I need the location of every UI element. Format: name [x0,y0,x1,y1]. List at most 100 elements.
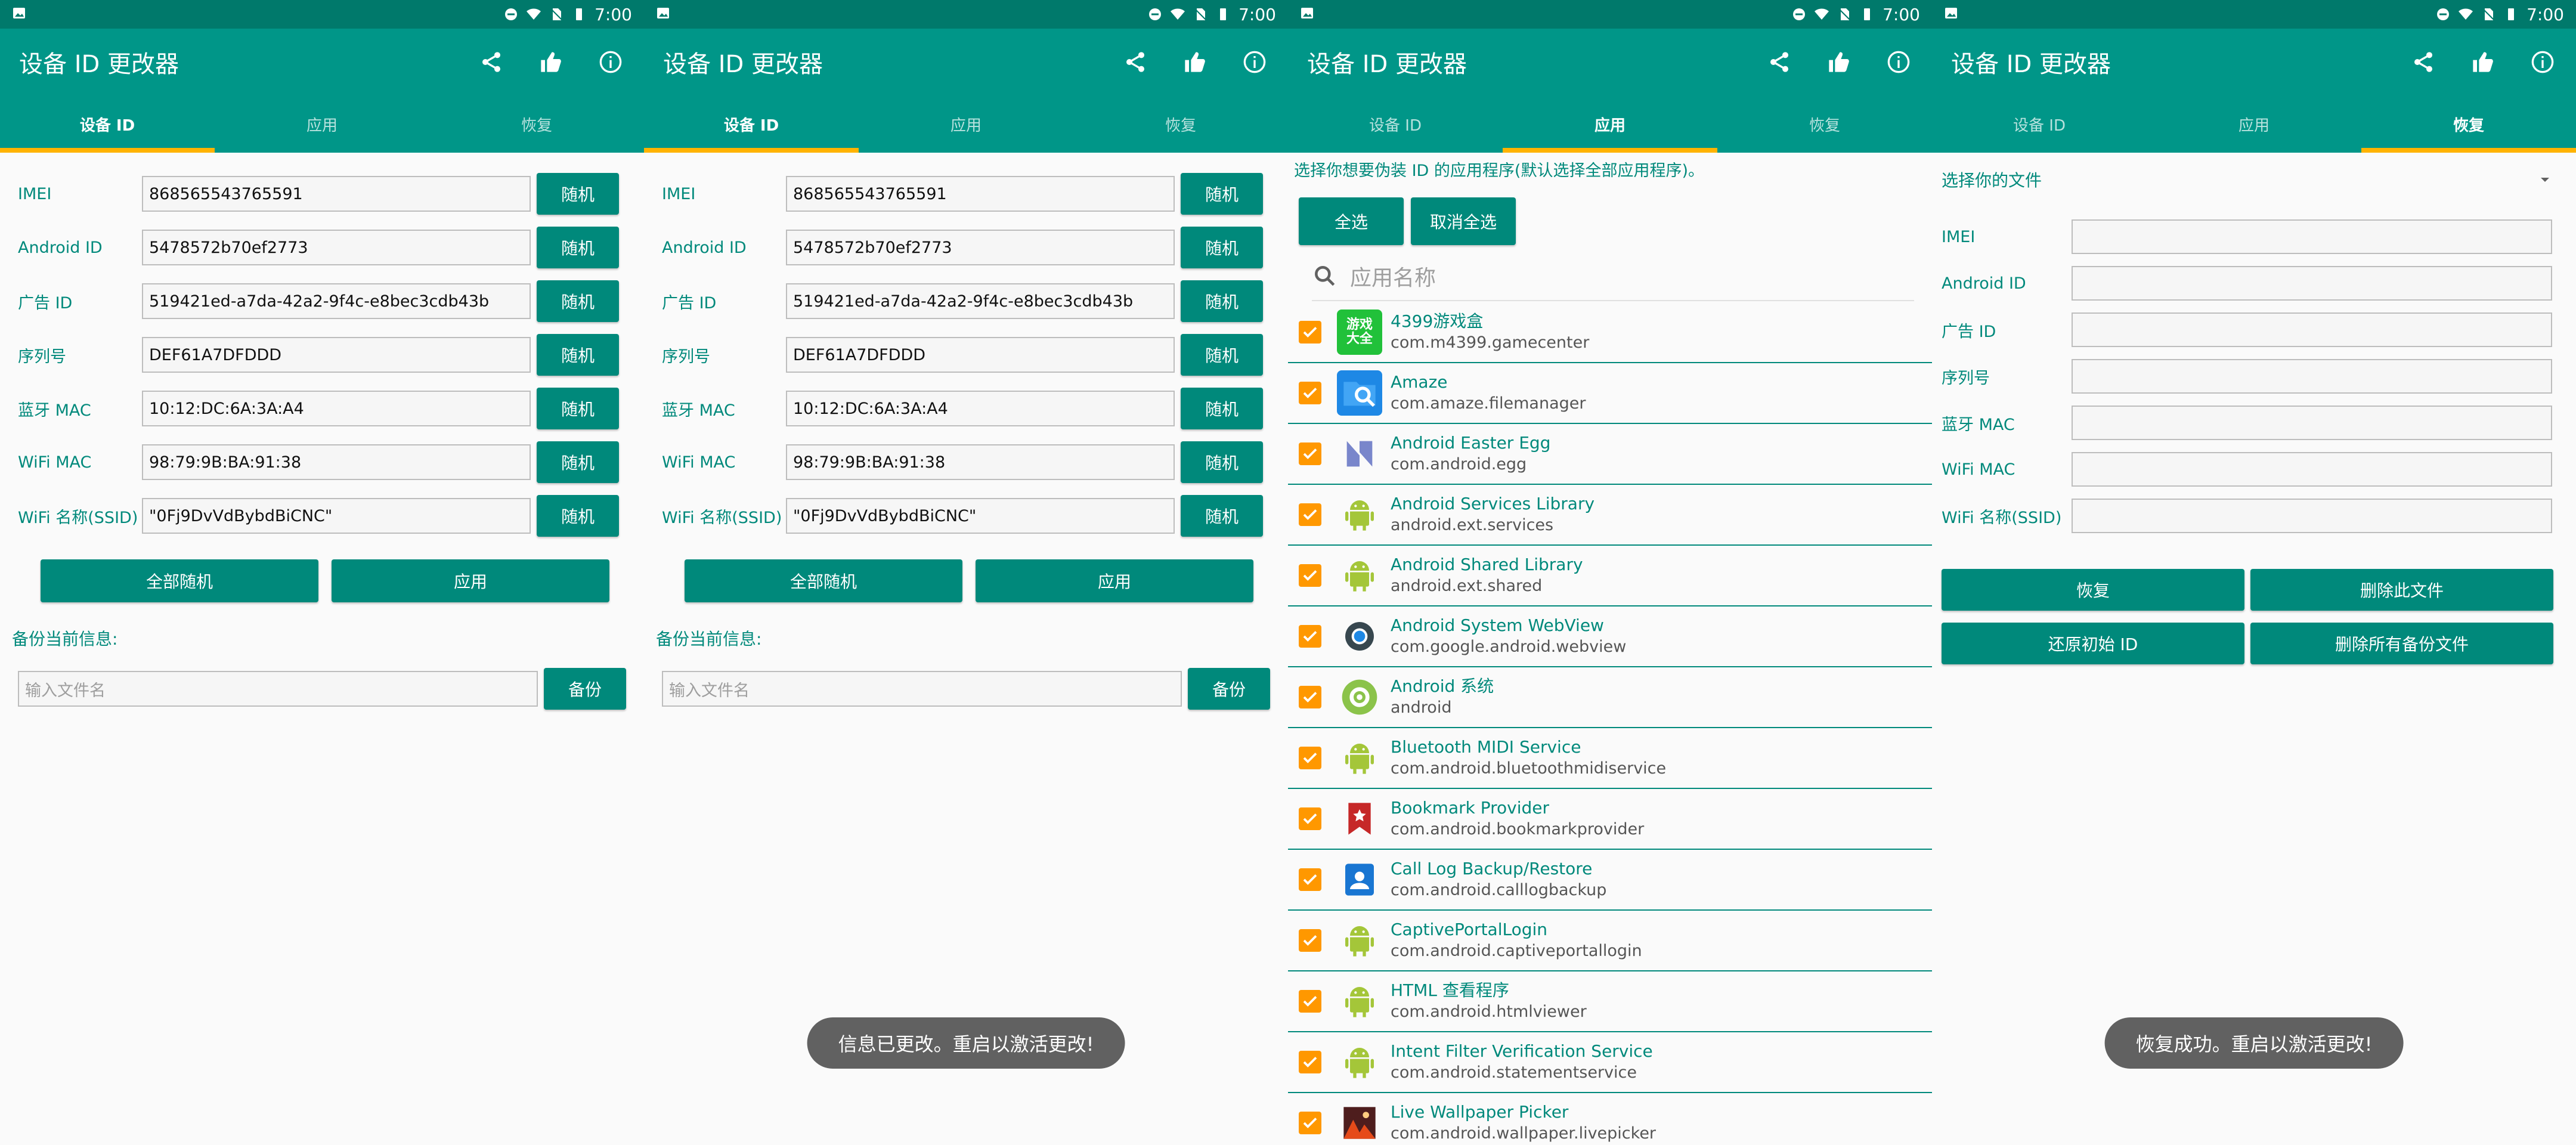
random-button[interactable]: 随机 [1181,441,1263,483]
info-button[interactable] [1884,48,1913,76]
checkbox[interactable] [1299,442,1321,465]
list-item[interactable]: Android Easter Egg com.android.egg [1288,424,1932,485]
id-value-field[interactable]: "0Fj9DvVdBybdBiCNC" [786,498,1175,534]
list-item[interactable]: Android System WebView com.google.android… [1288,606,1932,667]
random-button[interactable]: 随机 [1181,334,1263,376]
list-item[interactable]: Intent Filter Verification Service com.an… [1288,1032,1932,1093]
app-search[interactable]: 应用名称 [1312,252,1914,301]
id-value-field[interactable]: 519421ed-a7da-42a2-9f4c-e8bec3cdb43b [142,283,531,319]
share-button[interactable] [2409,48,2438,76]
random-button[interactable]: 随机 [537,227,619,268]
tab-apps[interactable]: 应用 [859,95,1073,153]
id-value-field[interactable]: 5478572b70ef2773 [786,230,1175,265]
id-value-field[interactable]: 519421ed-a7da-42a2-9f4c-e8bec3cdb43b [786,283,1175,319]
randomize-all-button[interactable]: 全部随机 [41,559,318,602]
info-button[interactable] [2528,48,2557,76]
random-button[interactable]: 随机 [537,280,619,322]
checkbox[interactable] [1299,625,1321,648]
tab-apps[interactable]: 应用 [1503,95,1717,153]
list-item[interactable]: Android Shared Library android.ext.shared [1288,546,1932,606]
share-button[interactable] [1121,48,1150,76]
random-button[interactable]: 随机 [537,388,619,429]
checkbox[interactable] [1299,321,1321,344]
tab-restore[interactable]: 恢复 [1717,95,1932,153]
checkbox[interactable] [1299,929,1321,952]
list-item[interactable]: Call Log Backup/Restore com.android.calll… [1288,850,1932,911]
random-button[interactable]: 随机 [1181,173,1263,215]
list-item[interactable]: Bookmark Provider com.android.bookmarkpro… [1288,789,1932,850]
restore-value-field[interactable] [2072,452,2552,487]
share-button[interactable] [1765,48,1794,76]
like-button[interactable] [1181,48,1209,76]
restore-value-field[interactable] [2072,359,2552,394]
delete-file-button[interactable]: 删除此文件 [2250,569,2553,611]
checkbox[interactable] [1299,1112,1321,1134]
random-button[interactable]: 随机 [537,173,619,215]
deselect-all-button[interactable]: 取消全选 [1411,197,1516,245]
checkbox[interactable] [1299,990,1321,1013]
like-button[interactable] [1825,48,1853,76]
id-value-field[interactable]: 5478572b70ef2773 [142,230,531,265]
id-value-field[interactable]: DEF61A7DFDDD [786,337,1175,373]
checkbox[interactable] [1299,686,1321,708]
info-button[interactable] [1240,48,1269,76]
tab-device-id[interactable]: 设备 ID [1288,95,1503,153]
delete-all-backups-button[interactable]: 删除所有备份文件 [2250,623,2553,664]
select-all-button[interactable]: 全选 [1299,197,1404,245]
list-item[interactable]: Android Services Library android.ext.serv… [1288,485,1932,546]
backup-button[interactable]: 备份 [544,668,626,710]
tab-restore[interactable]: 恢复 [2361,95,2576,153]
checkbox[interactable] [1299,807,1321,830]
id-value-field[interactable]: 98:79:9B:BA:91:38 [786,444,1175,480]
tab-device-id[interactable]: 设备 ID [1932,95,2147,153]
random-button[interactable]: 随机 [1181,495,1263,537]
tab-restore[interactable]: 恢复 [1073,95,1288,153]
tab-apps[interactable]: 应用 [215,95,429,153]
reset-original-id-button[interactable]: 还原初始 ID [1942,623,2244,664]
checkbox[interactable] [1299,1051,1321,1073]
random-button[interactable]: 随机 [537,334,619,376]
backup-filename-input[interactable]: 输入文件名 [662,671,1182,707]
list-item[interactable]: HTML 查看程序 com.android.htmlviewer [1288,971,1932,1032]
share-button[interactable] [477,48,506,76]
checkbox[interactable] [1299,564,1321,587]
checkbox[interactable] [1299,747,1321,769]
id-value-field[interactable]: 10:12:DC:6A:3A:A4 [786,391,1175,426]
restore-value-field[interactable] [2072,406,2552,440]
like-button[interactable] [537,48,565,76]
tab-apps[interactable]: 应用 [2147,95,2361,153]
tab-device-id[interactable]: 设备 ID [644,95,859,153]
list-item[interactable]: Live Wallpaper Picker com.android.wallpap… [1288,1093,1932,1145]
backup-button[interactable]: 备份 [1188,668,1270,710]
like-button[interactable] [2469,48,2497,76]
restore-button[interactable]: 恢复 [1942,569,2244,611]
random-button[interactable]: 随机 [537,495,619,537]
checkbox[interactable] [1299,868,1321,891]
randomize-all-button[interactable]: 全部随机 [685,559,962,602]
id-value-field[interactable]: 868565543765591 [142,176,531,212]
list-item[interactable]: Amaze com.amaze.filemanager [1288,363,1932,424]
restore-value-field[interactable] [2072,266,2552,301]
checkbox[interactable] [1299,382,1321,404]
id-value-field[interactable]: "0Fj9DvVdBybdBiCNC" [142,498,531,534]
search-input[interactable]: 应用名称 [1350,261,1436,292]
list-item[interactable]: 游戏 大全 4399游戏盒 com.m4399.gamecenter [1288,302,1932,363]
restore-value-field[interactable] [2072,219,2552,254]
id-value-field[interactable]: 10:12:DC:6A:3A:A4 [142,391,531,426]
file-select-dropdown[interactable]: 选择你的文件 [1932,153,2576,206]
id-value-field[interactable]: 868565543765591 [786,176,1175,212]
restore-value-field[interactable] [2072,499,2552,533]
apply-button[interactable]: 应用 [332,559,609,602]
random-button[interactable]: 随机 [537,441,619,483]
backup-filename-input[interactable]: 输入文件名 [18,671,538,707]
list-item[interactable]: Bluetooth MIDI Service com.android.blueto… [1288,728,1932,789]
random-button[interactable]: 随机 [1181,280,1263,322]
random-button[interactable]: 随机 [1181,227,1263,268]
list-item[interactable]: CaptivePortalLogin com.android.captivepor… [1288,911,1932,971]
id-value-field[interactable]: DEF61A7DFDDD [142,337,531,373]
tab-device-id[interactable]: 设备 ID [0,95,215,153]
list-item[interactable]: Android 系统 android [1288,667,1932,728]
tab-restore[interactable]: 恢复 [429,95,644,153]
restore-value-field[interactable] [2072,312,2552,347]
id-value-field[interactable]: 98:79:9B:BA:91:38 [142,444,531,480]
